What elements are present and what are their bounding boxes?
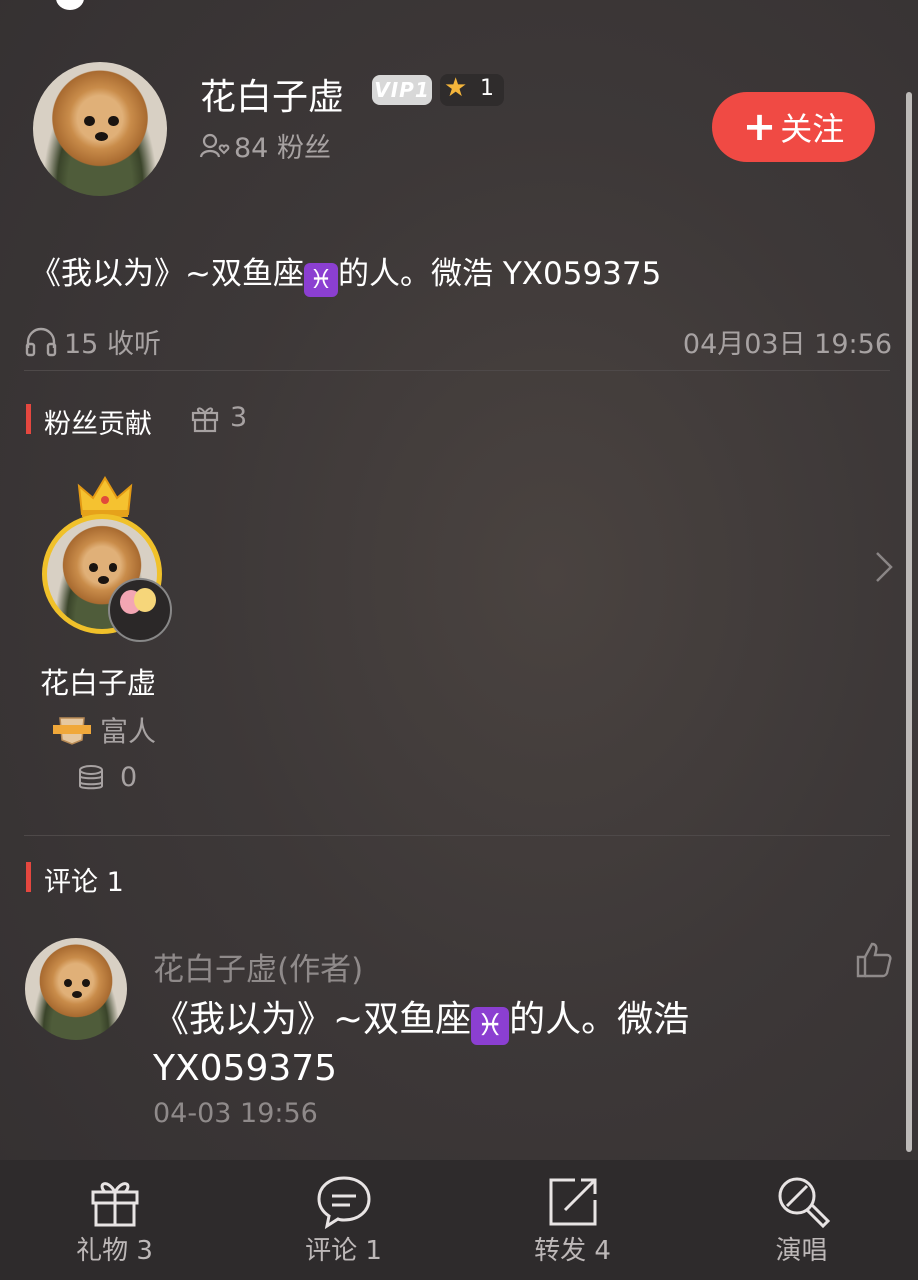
tab-comment-label: 评论 1 bbox=[305, 1236, 382, 1266]
username[interactable]: 花白子虚 bbox=[200, 68, 344, 120]
share-icon bbox=[549, 1178, 596, 1226]
contributor-name: 花白子虚 bbox=[40, 666, 157, 700]
gift-icon bbox=[191, 406, 219, 432]
listen-text: 15 收听 bbox=[64, 329, 161, 360]
post-text-part2: 的人。微浩 YX059375 bbox=[337, 256, 662, 292]
post-text-part1: 《我以为》~双鱼座 bbox=[30, 256, 304, 292]
divider bbox=[24, 370, 890, 371]
microphone-icon bbox=[778, 1177, 830, 1229]
contributor-item[interactable]: 花白子虚 富人 0 bbox=[30, 470, 180, 800]
star-icon: ★ bbox=[444, 73, 468, 103]
comment-time: 04-03 19:56 bbox=[153, 1098, 318, 1129]
comment-author[interactable]: 花白子虚(作者) bbox=[153, 944, 363, 989]
plus-icon: + bbox=[742, 104, 777, 150]
fans-contribution-title: 粉丝贡献 bbox=[44, 409, 152, 440]
status-dot bbox=[56, 0, 84, 10]
vip-badge: VIP1 bbox=[372, 75, 432, 105]
section-marker bbox=[26, 862, 31, 892]
tab-share[interactable]: 转发 4 bbox=[458, 1160, 687, 1280]
gift-balloon-badge bbox=[108, 578, 172, 642]
listen-count: 15 收听 bbox=[24, 322, 161, 361]
coins-icon bbox=[79, 764, 103, 789]
follow-button[interactable]: + 关注 bbox=[712, 92, 875, 162]
post-text: 《我以为》~双鱼座 ♓ 的人。微浩 YX059375 bbox=[30, 248, 661, 297]
fans-count: 84 粉丝 bbox=[234, 133, 331, 164]
comment-text-part1: 《我以为》~双鱼座 bbox=[153, 999, 472, 1040]
contributor-title: 富人 bbox=[100, 715, 157, 748]
user-avatar[interactable] bbox=[33, 62, 167, 196]
section-marker bbox=[26, 404, 31, 434]
contributor-title-row: 富人 bbox=[52, 710, 156, 750]
comment-icon bbox=[316, 1176, 371, 1230]
headphones-icon bbox=[25, 327, 57, 356]
gift-count-row: 3 bbox=[190, 402, 247, 433]
comment-text: 《我以为》~双鱼座 ♓ 的人。微浩 YX059375 bbox=[153, 996, 689, 1093]
tab-gift[interactable]: 礼物 3 bbox=[0, 1160, 229, 1280]
contributor-coins: 0 bbox=[120, 762, 138, 793]
chevron-right-icon[interactable] bbox=[874, 550, 894, 584]
comment-text-part2: 的人。微浩 bbox=[509, 999, 690, 1040]
bottom-tabbar: 礼物 3 评论 1 转发 4 演唱 bbox=[0, 1160, 918, 1280]
contributor-coins-row: 0 bbox=[76, 762, 137, 793]
tab-sing[interactable]: 演唱 bbox=[687, 1160, 916, 1280]
gift-icon bbox=[91, 1182, 138, 1227]
tab-gift-label: 礼物 3 bbox=[76, 1236, 153, 1266]
gift-count: 3 bbox=[230, 402, 248, 433]
fans-icon bbox=[199, 133, 230, 157]
post-datetime: 04月03日 19:56 bbox=[682, 329, 892, 360]
rich-badge-icon bbox=[53, 717, 91, 745]
star-level-badge: ★ 1 bbox=[440, 73, 504, 106]
tab-comment[interactable]: 评论 1 bbox=[229, 1160, 458, 1280]
pisces-icon: ♓ bbox=[303, 263, 338, 297]
scrollbar[interactable] bbox=[906, 92, 912, 1152]
tab-sing-label: 演唱 bbox=[775, 1236, 828, 1266]
star-count: 1 bbox=[480, 76, 494, 101]
tab-share-label: 转发 4 bbox=[534, 1236, 611, 1266]
pisces-icon: ♓ bbox=[471, 1007, 510, 1045]
follow-label: 关注 bbox=[780, 110, 845, 148]
comment-avatar[interactable] bbox=[25, 938, 127, 1040]
comment-text-line2: YX059375 bbox=[153, 1048, 338, 1089]
like-thumb-icon[interactable] bbox=[854, 940, 894, 980]
divider bbox=[24, 835, 890, 836]
comments-title: 评论 1 bbox=[44, 867, 124, 898]
fans-row[interactable]: 84 粉丝 bbox=[198, 126, 331, 165]
